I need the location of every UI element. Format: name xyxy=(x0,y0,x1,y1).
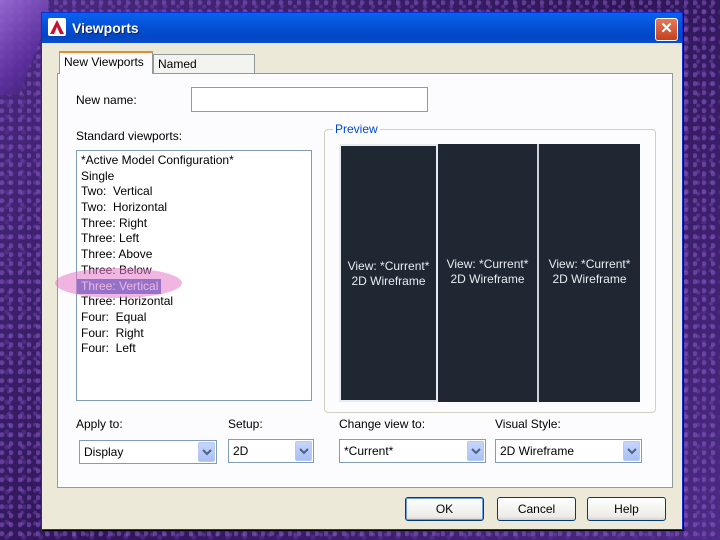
change-view-label: Change view to: xyxy=(339,417,426,431)
viewport-view-label: View: *Current* xyxy=(347,259,430,273)
list-item[interactable]: Three: Above xyxy=(77,247,311,263)
chevron-down-icon xyxy=(627,448,637,455)
apply-to-value: Display xyxy=(84,445,124,459)
list-item[interactable]: Single xyxy=(77,169,311,185)
viewport-style-label: 2D Wireframe xyxy=(552,272,627,286)
change-view-select[interactable]: *Current* xyxy=(339,439,486,463)
autocad-app-icon xyxy=(48,18,66,36)
list-item[interactable]: *Active Model Configuration* xyxy=(77,153,311,169)
list-item[interactable]: Four: Equal xyxy=(77,310,311,326)
list-item[interactable]: Three: Left xyxy=(77,231,311,247)
chevron-down-icon xyxy=(299,448,309,455)
tab-named-viewports[interactable]: Named Viewports xyxy=(153,54,255,90)
setup-select[interactable]: 2D xyxy=(228,439,314,463)
setup-value: 2D xyxy=(233,444,249,458)
preview-viewport-3[interactable]: View: *Current* 2D Wireframe xyxy=(539,144,640,402)
list-item[interactable]: Three: Horizontal xyxy=(77,294,311,310)
setup-label: Setup: xyxy=(228,417,263,431)
standard-viewports-label: Standard viewports: xyxy=(76,129,183,143)
chevron-down-icon xyxy=(202,449,212,456)
dropdown-button[interactable] xyxy=(295,441,312,461)
viewport-view-label: View: *Current* xyxy=(446,257,529,271)
list-item[interactable]: Three: Right xyxy=(77,216,311,232)
new-name-input[interactable] xyxy=(191,87,428,112)
viewports-dialog: Viewports ✕ New Viewports Named Viewport… xyxy=(41,12,683,530)
apply-to-label: Apply to: xyxy=(76,417,123,431)
visual-style-value: 2D Wireframe xyxy=(500,444,575,458)
list-item[interactable]: Two: Vertical xyxy=(77,184,311,200)
cancel-button[interactable]: Cancel xyxy=(497,497,576,521)
close-icon: ✕ xyxy=(660,20,673,37)
viewport-view-label: View: *Current* xyxy=(548,257,631,271)
visual-style-label: Visual Style: xyxy=(495,417,561,431)
preview-area: View: *Current* 2D Wireframe View: *Curr… xyxy=(339,144,640,402)
dropdown-button[interactable] xyxy=(467,441,484,461)
list-item[interactable]: Four: Right xyxy=(77,326,311,342)
chevron-down-icon xyxy=(471,448,481,455)
change-view-value: *Current* xyxy=(344,444,394,458)
dropdown-button[interactable] xyxy=(198,442,215,462)
dropdown-button[interactable] xyxy=(623,441,640,461)
viewport-style-label: 2D Wireframe xyxy=(450,272,525,286)
tab-new-viewports[interactable]: New Viewports xyxy=(59,51,153,74)
close-button[interactable]: ✕ xyxy=(655,18,678,41)
standard-viewports-list[interactable]: *Active Model Configuration* Single Two: V… xyxy=(76,150,312,401)
apply-to-select[interactable]: Display xyxy=(79,440,217,464)
new-name-label: New name: xyxy=(76,93,137,107)
window-title: Viewports xyxy=(72,20,139,36)
list-item[interactable]: Two: Horizontal xyxy=(77,200,311,216)
visual-style-select[interactable]: 2D Wireframe xyxy=(495,439,642,463)
list-item[interactable]: Four: Left xyxy=(77,341,311,357)
help-button[interactable]: Help xyxy=(587,497,666,521)
list-item[interactable]: Three: Below xyxy=(77,263,311,279)
preview-viewport-1[interactable]: View: *Current* 2D Wireframe xyxy=(339,144,438,402)
preview-viewport-2[interactable]: View: *Current* 2D Wireframe xyxy=(438,144,539,402)
preview-title: Preview xyxy=(333,122,380,136)
ok-button[interactable]: OK xyxy=(405,497,484,521)
viewport-style-label: 2D Wireframe xyxy=(351,274,426,288)
title-bar[interactable]: Viewports ✕ xyxy=(42,13,682,43)
list-item[interactable]: Three: Vertical xyxy=(77,278,161,295)
